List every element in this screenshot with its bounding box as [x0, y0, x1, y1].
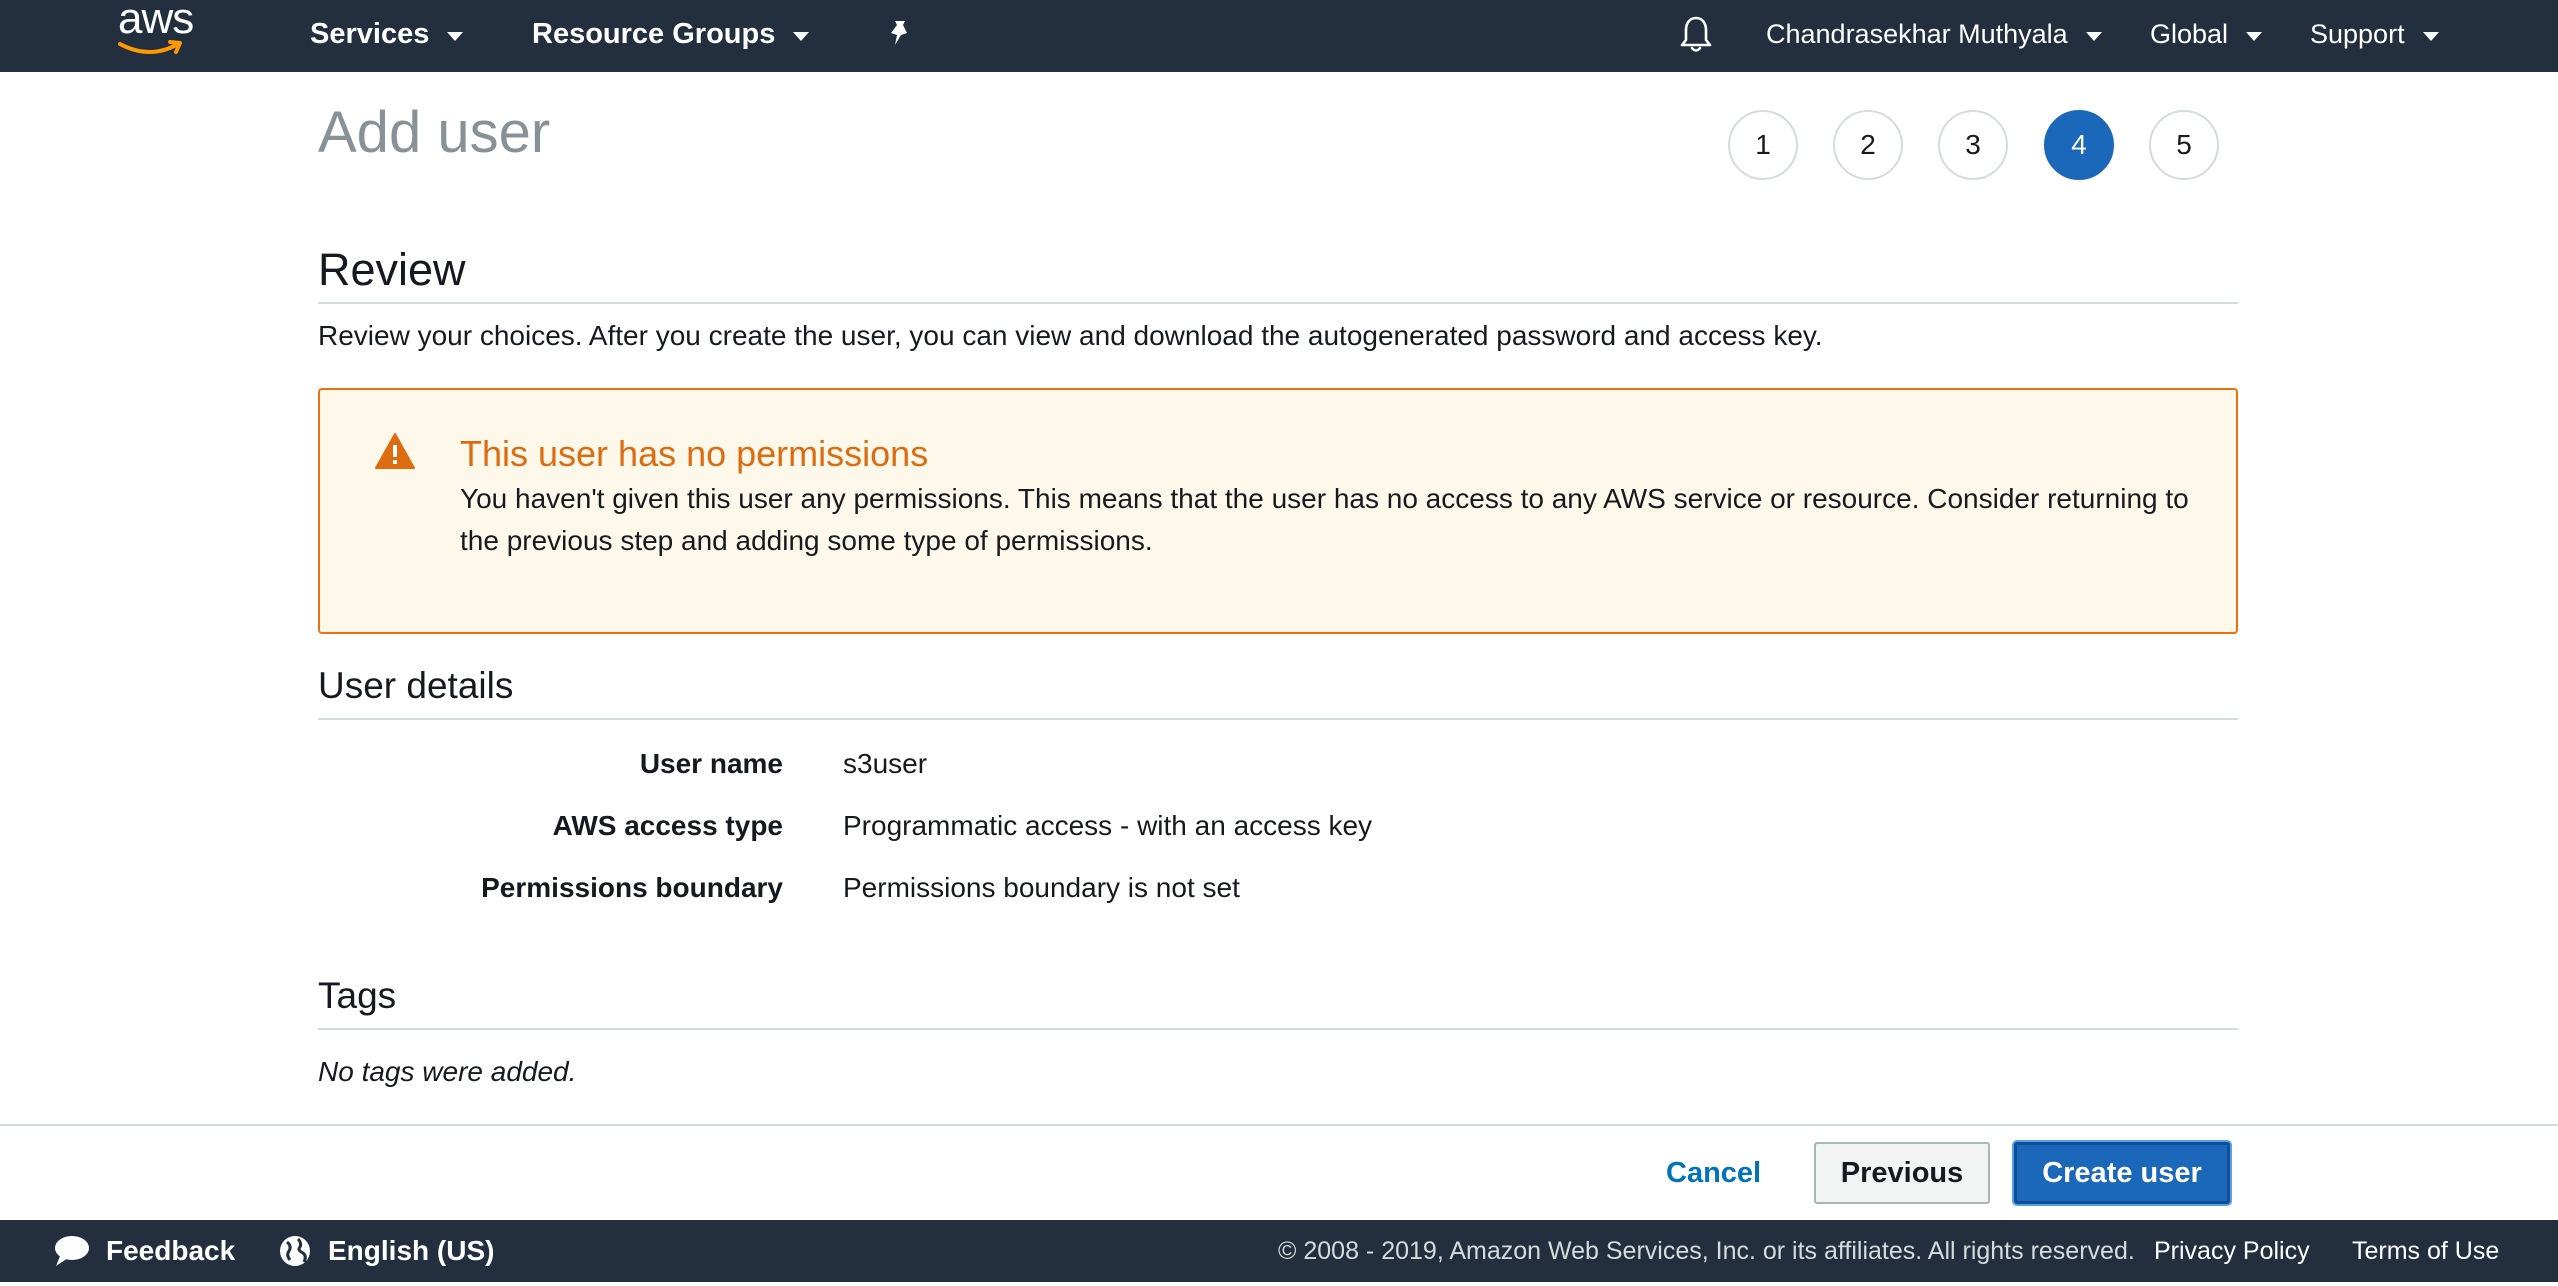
previous-button[interactable]: Previous	[1814, 1142, 1990, 1204]
privacy-policy-link[interactable]: Privacy Policy	[2154, 1220, 2310, 1282]
top-navigation-bar: aws Services Resource Groups Chandrasekh…	[0, 0, 2558, 72]
support-menu[interactable]: Support	[2310, 0, 2439, 68]
user-details-heading: User details	[318, 660, 2238, 720]
region-menu[interactable]: Global	[2150, 0, 2263, 68]
services-menu[interactable]: Services	[310, 0, 464, 68]
detail-label: AWS access type	[552, 810, 783, 841]
alert-title: This user has no permissions	[460, 433, 929, 474]
step-2[interactable]: 2	[1833, 110, 1903, 180]
feedback-link[interactable]: Feedback	[52, 1220, 235, 1282]
speech-bubble-icon	[55, 1236, 89, 1266]
account-name: Chandrasekhar Muthyala	[1766, 18, 2068, 49]
review-heading: Review	[318, 240, 2238, 304]
copyright-text: © 2008 - 2019, Amazon Web Services, Inc.…	[1278, 1236, 2135, 1265]
detail-label: User name	[639, 748, 783, 779]
resource-groups-label: Resource Groups	[532, 17, 776, 50]
step-3[interactable]: 3	[1938, 110, 2008, 180]
aws-logo[interactable]: aws	[112, 0, 204, 60]
detail-row-user-name: User name s3user	[318, 742, 2238, 786]
step-1[interactable]: 1	[1728, 110, 1798, 180]
resource-groups-menu[interactable]: Resource Groups	[532, 0, 810, 68]
region-label: Global	[2150, 18, 2229, 49]
console-footer: Feedback English (US) © 2008 - 2019, Ama…	[0, 1220, 2558, 1282]
chevron-down-icon	[447, 31, 464, 41]
tags-heading: Tags	[318, 970, 2238, 1030]
bell-icon[interactable]	[1676, 12, 1716, 56]
chevron-down-icon	[2422, 31, 2439, 41]
create-user-button[interactable]: Create user	[2014, 1142, 2230, 1204]
no-permissions-warning: This user has no permissions You haven't…	[318, 388, 2238, 634]
step-5[interactable]: 5	[2149, 110, 2219, 180]
detail-label: Permissions boundary	[481, 872, 783, 903]
language-label: English (US)	[328, 1235, 495, 1266]
terms-of-use-link[interactable]: Terms of Use	[2352, 1220, 2499, 1282]
detail-row-permissions-boundary: Permissions boundary Permissions boundar…	[318, 866, 2238, 910]
alert-message: You haven't given this user any permissi…	[460, 483, 2189, 556]
cancel-button[interactable]: Cancel	[1666, 1155, 1761, 1191]
detail-value: s3user	[843, 748, 928, 779]
detail-value: Programmatic access - with an access key	[843, 810, 1373, 841]
step-4: 4	[2044, 110, 2114, 180]
feedback-label: Feedback	[106, 1235, 236, 1266]
pin-icon[interactable]	[880, 14, 920, 54]
warning-triangle-icon	[374, 432, 416, 475]
account-menu[interactable]: Chandrasekhar Muthyala	[1766, 0, 2102, 68]
chevron-down-icon	[2085, 31, 2102, 41]
language-selector[interactable]: English (US)	[278, 1220, 494, 1282]
globe-icon	[280, 1236, 310, 1266]
chevron-down-icon	[793, 31, 810, 41]
chevron-down-icon	[2246, 31, 2263, 41]
detail-row-access-type: AWS access type Programmatic access - wi…	[318, 804, 2238, 848]
support-label: Support	[2310, 18, 2405, 49]
wizard-steps: 1 2 3 4 5	[1728, 110, 2220, 182]
tags-empty-message: No tags were added.	[318, 1056, 577, 1087]
page-title: Add user	[318, 100, 551, 165]
review-description: Review your choices. After you create th…	[318, 320, 1823, 351]
services-label: Services	[310, 17, 430, 50]
detail-value: Permissions boundary is not set	[843, 872, 1240, 903]
aws-smile-icon	[118, 40, 182, 54]
